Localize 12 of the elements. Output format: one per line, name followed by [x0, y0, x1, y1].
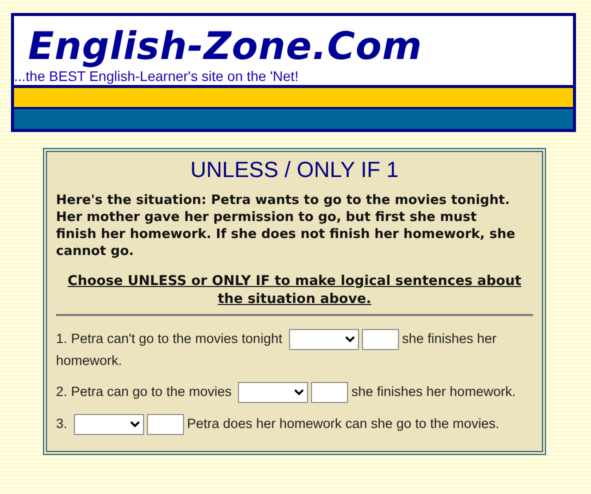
question-text: 1. Petra can't go to the movies tonight — [56, 331, 282, 346]
question-text: she finishes her — [402, 331, 497, 346]
question-text: Petra does her homework can she go to the movies. — [187, 416, 500, 431]
site-logo: English-Zone.Com — [27, 23, 424, 68]
question-text: homework. — [56, 352, 122, 368]
tagline: ...the BEST English-Learner's site on the 'Net! — [14, 68, 300, 85]
instruction-text: Choose UNLESS or ONLY IF to make logical sentences about the situation above. — [66, 272, 522, 308]
exercise-title: UNLESS / ONLY IF 1 — [189, 156, 400, 184]
situation-text: Here's the situation: Petra wants to go to the movies tonight. Her mother gave her permission to go, but first she must finish her homework. If she does not finish her homework, she cannot go. — [56, 192, 516, 260]
question-text: 2. Petra can go to the movies — [56, 384, 232, 399]
question-text: 3. — [56, 416, 68, 431]
question-text: she finishes her homework. — [351, 384, 516, 399]
